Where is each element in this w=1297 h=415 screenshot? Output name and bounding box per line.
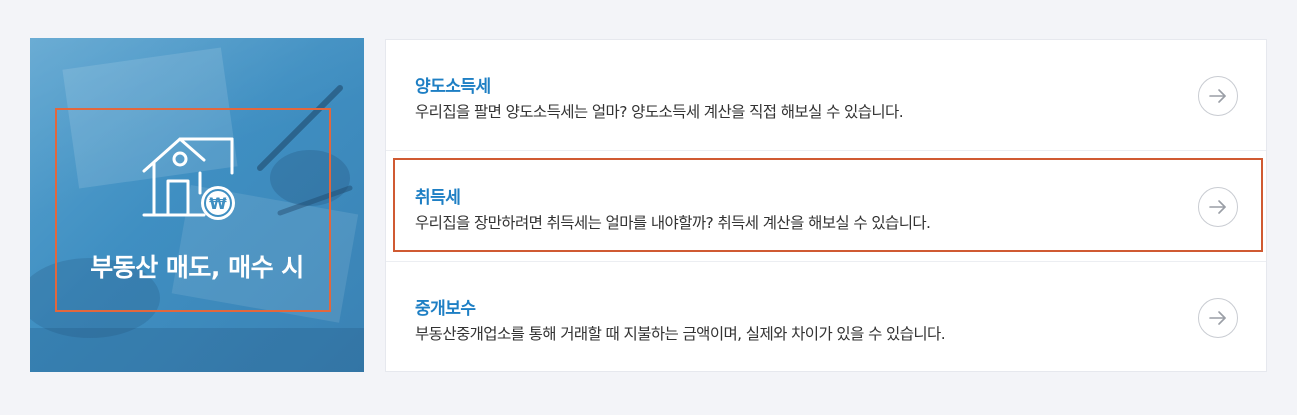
- real-estate-banner: ₩ 부동산 매도, 매수 시: [30, 38, 364, 372]
- item-description: 부동산중개업소를 통해 거래할 때 지불하는 금액이며, 실제와 차이가 있을 …: [415, 325, 946, 343]
- svg-text:₩: ₩: [209, 194, 227, 213]
- list-item-brokerage-fee[interactable]: 중개보수 부동산중개업소를 통해 거래할 때 지불하는 금액이며, 실제와 차이…: [386, 262, 1266, 373]
- list-item-acquisition-tax[interactable]: 취득세 우리집을 장만하려면 취득세는 얼마를 내야할까? 취득세 계산을 해보…: [386, 151, 1266, 262]
- arrow-right-circle-icon[interactable]: [1198, 76, 1238, 116]
- item-title[interactable]: 양도소득세: [415, 72, 491, 97]
- banner-title: 부동산 매도, 매수 시: [90, 253, 304, 282]
- item-description: 우리집을 팔면 양도소득세는 얼마? 양도소득세 계산을 직접 해보실 수 있습…: [415, 103, 904, 121]
- list-item-capital-gains-tax[interactable]: 양도소득세 우리집을 팔면 양도소득세는 얼마? 양도소득세 계산을 직접 해보…: [386, 40, 1266, 151]
- arrow-right-circle-icon[interactable]: [1198, 298, 1238, 338]
- item-title[interactable]: 취득세: [415, 183, 461, 208]
- house-won-icon: ₩: [142, 137, 235, 220]
- item-title[interactable]: 중개보수: [415, 294, 476, 319]
- item-description: 우리집을 장만하려면 취득세는 얼마를 내야할까? 취득세 계산을 해보실 수 …: [415, 214, 931, 232]
- tax-calculator-list: 양도소득세 우리집을 팔면 양도소득세는 얼마? 양도소득세 계산을 직접 해보…: [385, 39, 1267, 372]
- arrow-right-circle-icon[interactable]: [1198, 187, 1238, 227]
